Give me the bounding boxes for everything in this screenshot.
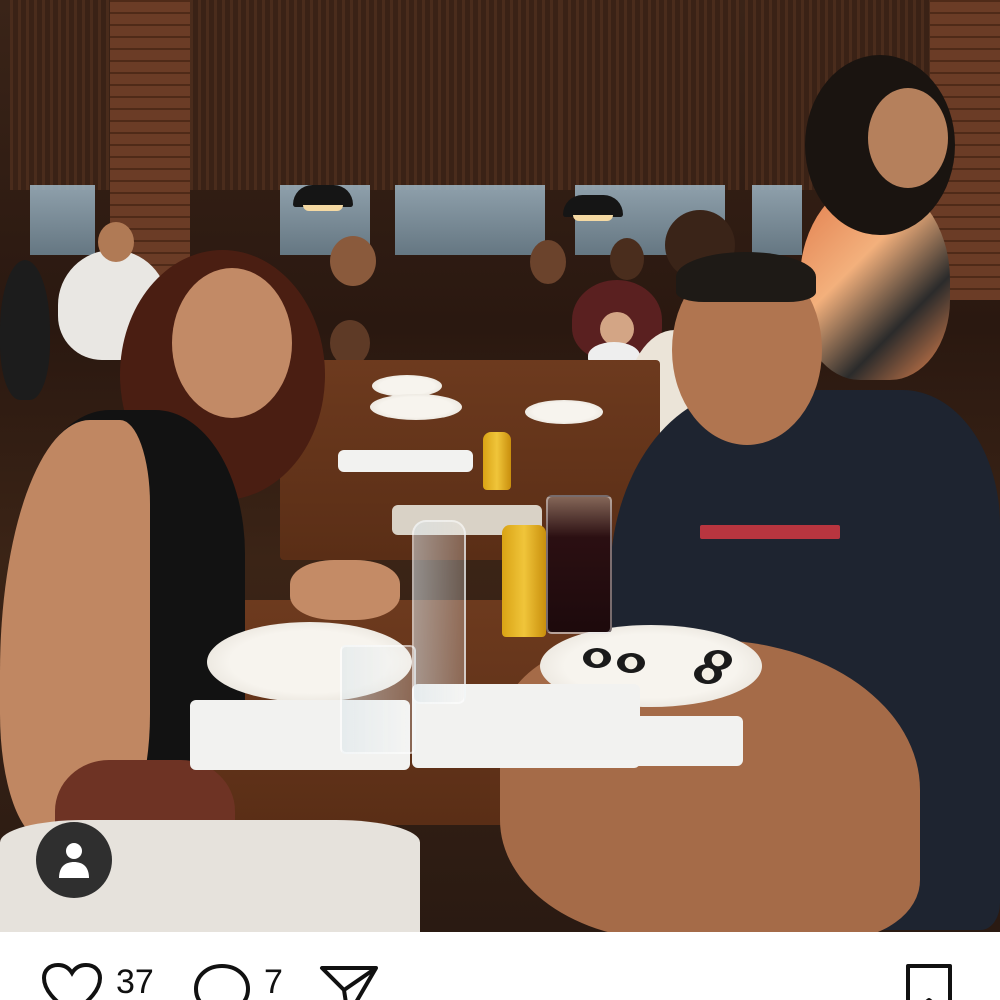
woman-hand	[290, 560, 400, 620]
wall-panel	[190, 0, 560, 190]
comment-count: 7	[264, 963, 283, 1000]
glass-bottle	[412, 520, 466, 704]
background-diner-head	[610, 238, 644, 280]
wall-panel	[10, 0, 110, 190]
background-diner-head	[530, 240, 566, 284]
person-icon	[59, 843, 89, 878]
post-container: 37 7	[0, 0, 1000, 1000]
background-diner	[0, 260, 50, 400]
water-glass	[340, 645, 416, 754]
woman-face	[172, 268, 292, 418]
background-diner-head	[600, 312, 634, 346]
comment-icon[interactable]	[192, 962, 252, 1000]
window	[395, 185, 545, 255]
window	[30, 185, 95, 255]
sushi-roll	[704, 650, 732, 670]
napkin	[625, 716, 743, 766]
like-count: 37	[116, 963, 154, 1000]
mustard-bottle	[502, 525, 546, 637]
heart-icon[interactable]	[40, 962, 104, 1000]
background-diner-head	[98, 222, 134, 262]
save-button[interactable]	[904, 962, 954, 1000]
pendant-lamp	[563, 195, 623, 221]
plate	[525, 400, 603, 424]
plate	[370, 394, 462, 420]
standing-woman-face	[868, 88, 948, 188]
mustard-bottle	[483, 432, 511, 490]
comment-button[interactable]: 7	[192, 962, 283, 1000]
napkin	[338, 450, 473, 472]
post-photo[interactable]	[0, 0, 1000, 932]
man-hair	[676, 252, 816, 302]
wall-panel	[560, 0, 740, 190]
sushi-roll	[583, 648, 611, 668]
window	[752, 185, 802, 255]
bookmark-icon[interactable]	[904, 962, 954, 1000]
like-button[interactable]: 37	[40, 962, 154, 1000]
share-button[interactable]	[318, 962, 380, 1000]
background-diner-head	[330, 236, 376, 286]
send-icon[interactable]	[318, 962, 380, 1000]
pendant-lamp	[293, 185, 353, 211]
post-action-bar: 37 7	[0, 932, 1000, 1000]
soda-glass	[546, 495, 612, 634]
sushi-roll	[617, 653, 645, 673]
tagged-people-button[interactable]	[36, 822, 112, 898]
shirt-stripe	[700, 525, 840, 539]
